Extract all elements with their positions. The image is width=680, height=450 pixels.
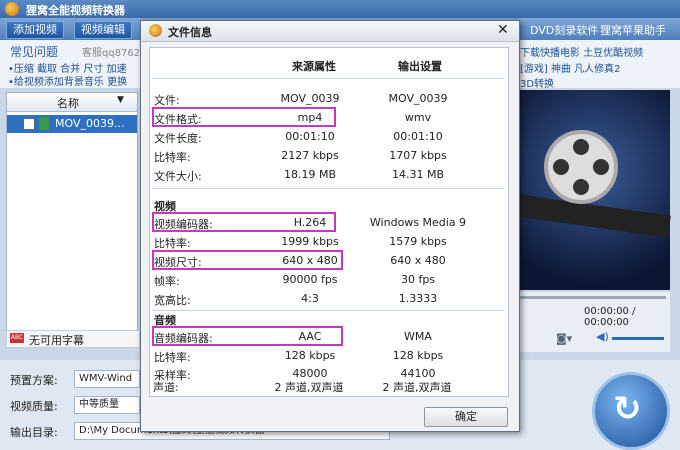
row-label: 帧率: — [154, 275, 180, 288]
row-source: 18.19 MB — [283, 168, 337, 181]
apple-link[interactable]: 狸窝苹果助手 — [600, 22, 666, 38]
row-source: MOV_0039 — [280, 92, 340, 105]
row-output: wmv — [404, 111, 432, 124]
row-output: 30 fps — [400, 273, 436, 286]
preset-label: 预置方案: — [10, 374, 58, 387]
faq-link[interactable]: 常见问题 — [10, 43, 58, 60]
output-label: 输出目录: — [10, 426, 58, 439]
row-label: 宽高比: — [154, 294, 191, 307]
row-label: 文件长度: — [154, 132, 202, 145]
dialog-logo-icon — [149, 24, 162, 37]
row-source: 90000 fps — [282, 273, 338, 286]
row-source: 4:3 — [301, 292, 319, 305]
row-label: 比特率: — [154, 237, 191, 250]
row-output: 00:01:10 — [393, 130, 443, 143]
row-output: 1579 kbps — [389, 235, 447, 248]
video-codec-highlight — [152, 212, 336, 232]
app-title: 狸窝全能视频转换器 — [26, 4, 125, 17]
right-links-3[interactable]: 3D转换 — [520, 75, 554, 90]
volume-icon[interactable]: ◀) — [596, 330, 609, 343]
add-video-button[interactable]: 添加视频 — [6, 21, 64, 39]
source-column-header: 来源属性 — [292, 60, 336, 73]
row-output: MOV_0039 — [388, 92, 448, 105]
convert-button[interactable]: ↻ — [592, 372, 670, 450]
row-output: Windows Media 9 — [369, 216, 467, 229]
sort-arrow-icon[interactable]: ▼ — [117, 95, 124, 105]
item-checkbox[interactable] — [23, 118, 35, 130]
seek-bar[interactable] — [520, 296, 666, 299]
row-source: 128 kbps — [284, 349, 336, 362]
right-links-2[interactable]: [游戏] 神曲 凡人修真2 — [520, 60, 621, 75]
player-controls: 00:00:00 / 00:00:00 ◙▾ ◀) — [516, 292, 670, 352]
app-logo-icon — [5, 2, 19, 16]
row-label: 比特率: — [154, 151, 191, 164]
row-output: 1.3333 — [398, 292, 438, 305]
film-reel-icon — [544, 130, 618, 204]
subtitle-label: 无可用字幕 — [29, 334, 84, 347]
edit-video-button[interactable]: 视频编辑 — [74, 21, 132, 39]
subtitle-selector[interactable]: ABC 无可用字幕 — [6, 330, 140, 348]
video-preview — [515, 90, 671, 290]
quality-select[interactable]: 中等质量 — [74, 396, 140, 414]
volume-slider[interactable] — [612, 337, 664, 340]
dvd-link[interactable]: DVD刻录软件 — [530, 22, 598, 38]
tips-line-2[interactable]: •给视频添加背景音乐 更换 — [8, 73, 127, 88]
row-output: 2 声道,双声道 — [382, 381, 452, 394]
subtitle-icon: ABC — [10, 333, 24, 343]
video-size-highlight — [152, 250, 343, 270]
row-label: 声道: — [153, 381, 179, 394]
format-highlight — [152, 107, 336, 127]
right-links-1[interactable]: 下载快播电影 土豆优酷视频 — [520, 44, 643, 59]
dialog-body: 来源属性 输出设置 文件: MOV_0039 MOV_0039 文件格式: mp… — [149, 47, 509, 397]
ok-button[interactable]: 确定 — [424, 407, 508, 427]
file-info-dialog: 文件信息 ✕ 来源属性 输出设置 文件: MOV_0039 MOV_0039 文… — [140, 20, 520, 432]
list-header: 名称 ▼ — [7, 93, 137, 112]
row-output: 14.31 MB — [391, 168, 445, 181]
name-column-header[interactable]: 名称 — [57, 95, 79, 111]
output-column-header: 输出设置 — [398, 60, 442, 73]
convert-icon: ↻ — [613, 389, 642, 429]
row-source: 00:01:10 — [285, 130, 335, 143]
row-output: WMA — [404, 330, 432, 343]
main-title-bar: 狸窝全能视频转换器 — [0, 0, 680, 18]
list-item[interactable]: MOV_0039... — [7, 115, 137, 133]
row-source: 2 声道,双声道 — [274, 381, 344, 394]
row-label: 文件大小: — [154, 170, 202, 183]
row-output: 128 kbps — [392, 349, 444, 362]
row-output: 640 x 480 — [390, 254, 446, 267]
time-display: 00:00:00 / 00:00:00 — [584, 306, 636, 328]
audio-codec-highlight — [152, 326, 343, 346]
row-source: 2127 kbps — [281, 149, 339, 162]
video-file-icon — [39, 117, 49, 130]
row-output: 1707 kbps — [389, 149, 447, 162]
row-label: 文件: — [154, 94, 180, 107]
row-label: 比特率: — [154, 351, 191, 364]
preset-select[interactable]: WMV-Wind — [74, 370, 140, 388]
dialog-title-bar: 文件信息 ✕ — [141, 21, 519, 42]
camera-icon[interactable]: ◙▾ — [556, 332, 572, 345]
file-list: 名称 ▼ MOV_0039... — [6, 92, 138, 332]
row-source: 1999 kbps — [281, 235, 339, 248]
close-icon[interactable]: ✕ — [497, 22, 509, 38]
quality-label: 视频质量: — [10, 400, 58, 413]
dialog-title: 文件信息 — [168, 26, 212, 39]
item-name: MOV_0039... — [55, 117, 125, 130]
